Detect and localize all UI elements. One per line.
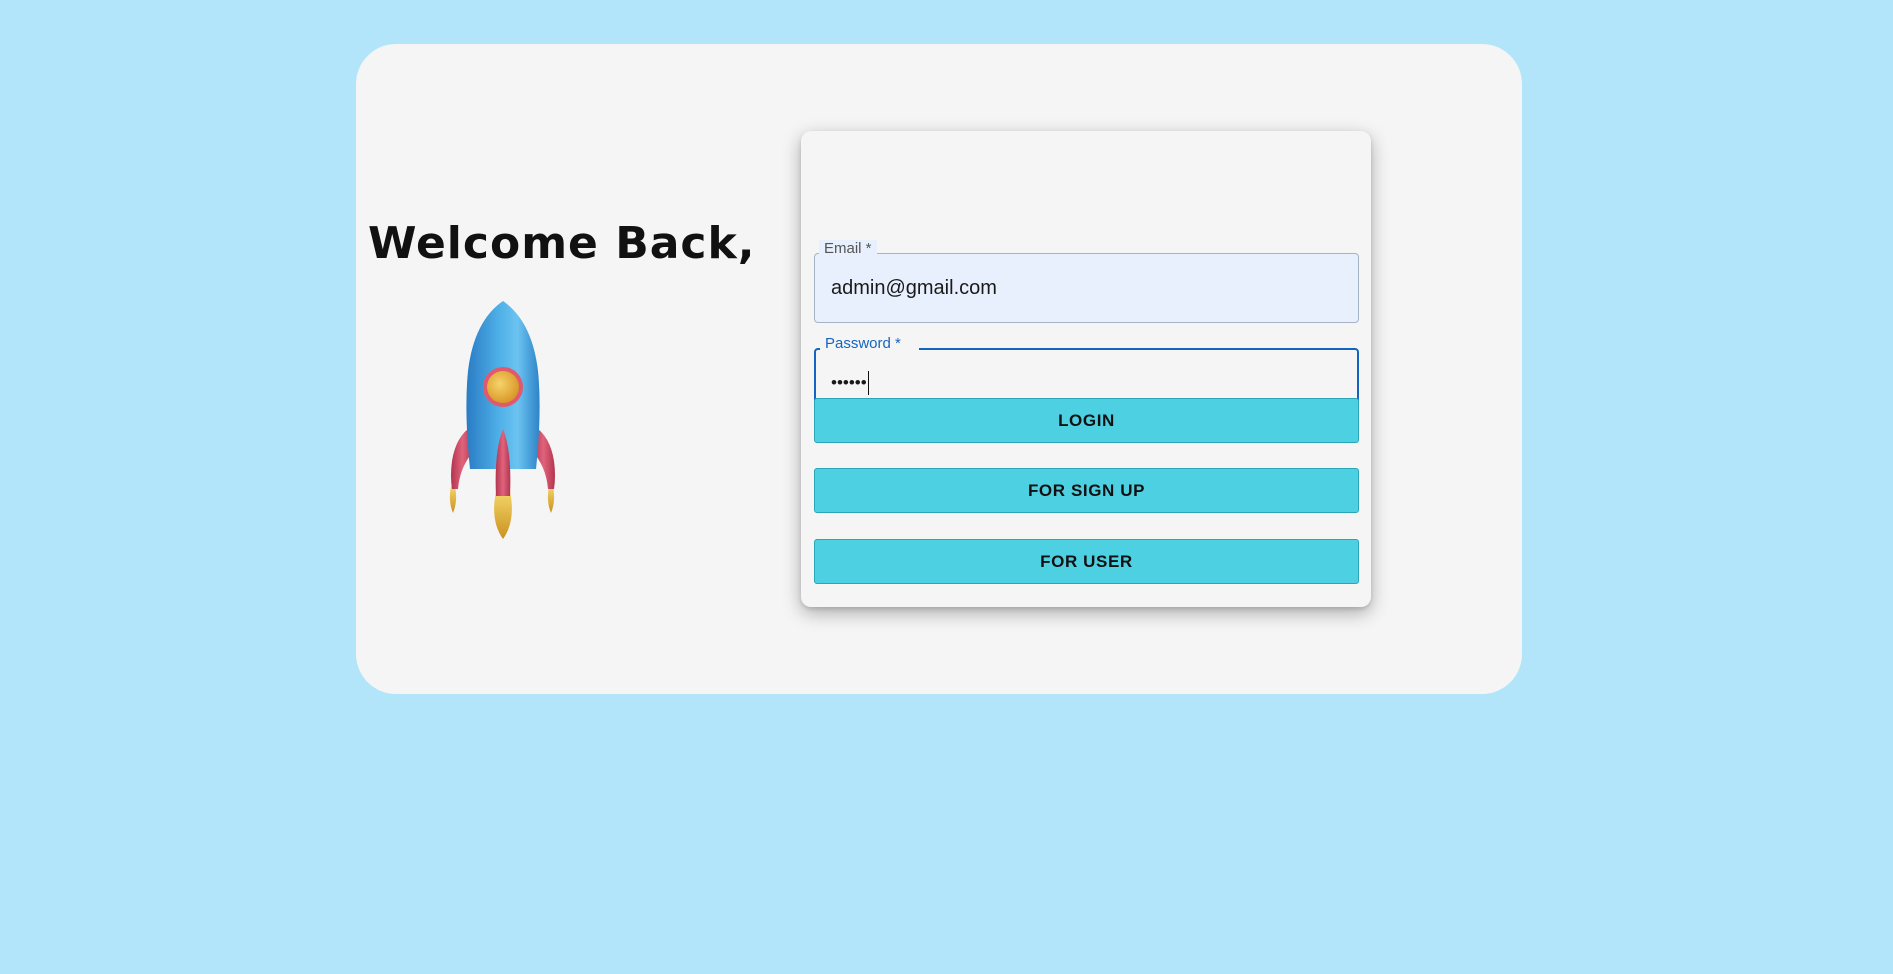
password-value: •••••• — [831, 373, 867, 392]
text-caret — [867, 371, 870, 395]
email-field[interactable]: Email * admin@gmail.com — [814, 240, 1359, 323]
for-user-button[interactable]: FOR USER — [814, 539, 1359, 584]
rocket-icon — [449, 301, 555, 539]
login-container: Welcome Back, Email * admin@gmail.com Pa… — [356, 44, 1522, 694]
welcome-heading: Welcome Back, — [368, 218, 756, 269]
login-button[interactable]: LOGIN — [814, 398, 1359, 443]
login-form: Email * admin@gmail.com Password * •••••… — [801, 131, 1371, 607]
email-value[interactable]: admin@gmail.com — [831, 254, 997, 322]
signup-button[interactable]: FOR SIGN UP — [814, 468, 1359, 513]
